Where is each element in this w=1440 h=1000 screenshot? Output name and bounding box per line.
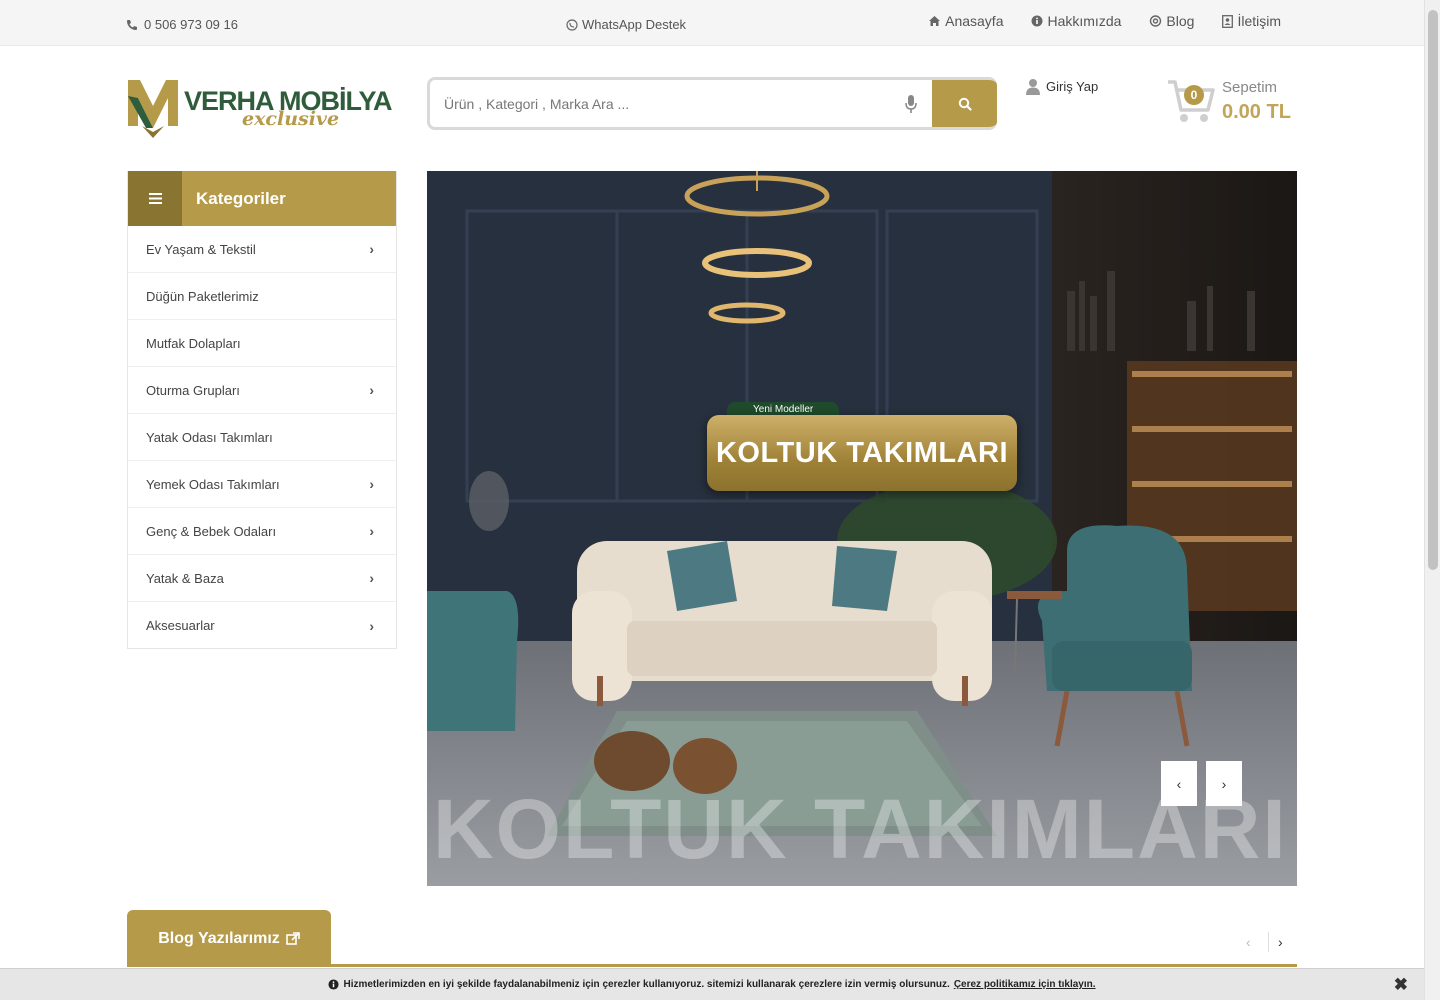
category-list: Ev Yaşam & Tekstil › Düğün Paketlerimiz M…: [128, 226, 396, 649]
cart-count-badge: 0: [1184, 85, 1204, 105]
whatsapp-icon: [566, 18, 578, 31]
category-menu-title: Kategoriler: [196, 188, 286, 208]
nav-contact[interactable]: İletişim: [1222, 13, 1281, 29]
hero-title-banner: KOLTUK TAKIMLARI: [707, 415, 1017, 491]
category-item-genc-bebek-odalari[interactable]: Genç & Bebek Odaları ›: [128, 508, 396, 555]
category-menu-header: Kategoriler: [128, 171, 396, 226]
phone-icon: [127, 19, 137, 30]
whatsapp-support-link[interactable]: WhatsApp Destek: [566, 17, 686, 32]
slider-prev-button[interactable]: ‹: [1161, 761, 1197, 806]
login-link[interactable]: Giriş Yap: [1026, 78, 1098, 95]
blog-nav-separator: [1268, 932, 1269, 952]
slider-next-button[interactable]: ›: [1206, 761, 1242, 806]
microphone-icon[interactable]: [904, 94, 918, 114]
search-bar: [427, 77, 997, 130]
chevron-right-icon: ›: [369, 241, 374, 257]
cookie-close-button[interactable]: ✖: [1394, 975, 1408, 995]
chevron-right-icon: ›: [369, 382, 374, 398]
cookie-policy-link[interactable]: Çerez politikamız için tıklayın.: [954, 979, 1096, 990]
top-bar: 0 506 973 09 16 WhatsApp Destek Anasayfa…: [0, 0, 1424, 46]
logo-tagline: exclusive: [242, 108, 340, 130]
category-item-yemek-odasi-takimlari[interactable]: Yemek Odası Takımları ›: [128, 461, 396, 508]
category-menu: Kategoriler Ev Yaşam & Tekstil › Düğün Pa…: [127, 171, 397, 649]
user-icon: [1026, 79, 1040, 95]
logo-mark-icon: [128, 80, 178, 138]
category-item-ev-yasam-tekstil[interactable]: Ev Yaşam & Tekstil ›: [128, 226, 396, 273]
cart-widget[interactable]: 0 Sepetim 0.00 TL: [1166, 76, 1301, 128]
category-item-aksesuarlar[interactable]: Aksesuarlar ›: [128, 602, 396, 649]
menu-toggle-button[interactable]: [128, 171, 182, 226]
site-logo[interactable]: VERHA MOBİLYA exclusive: [126, 76, 398, 140]
nav-about[interactable]: Hakkımızda: [1031, 13, 1121, 29]
category-item-yatak-odasi-takimlari[interactable]: Yatak Odası Takımları: [128, 414, 396, 461]
cookie-text: Hizmetlerimizden en iyi şekilde faydalan…: [343, 979, 950, 990]
blog-icon: [1150, 15, 1162, 27]
login-label: Giriş Yap: [1046, 79, 1099, 94]
cart-label: Sepetim: [1222, 79, 1278, 96]
category-item-dugun-paketlerimiz[interactable]: Düğün Paketlerimiz: [128, 273, 396, 320]
chevron-right-icon: ›: [369, 476, 374, 492]
nav-home[interactable]: Anasayfa: [928, 13, 1003, 29]
page-scrollbar[interactable]: [1424, 0, 1440, 1000]
phone-number: 0 506 973 09 16: [144, 17, 238, 32]
search-button[interactable]: [932, 80, 997, 127]
nav-blog[interactable]: Blog: [1149, 13, 1194, 29]
blog-next-button[interactable]: ›: [1278, 934, 1283, 950]
hero-watermark-text: KOLTUK TAKIMLARI: [433, 782, 1288, 876]
hamburger-icon: [148, 193, 162, 204]
blog-section-tab[interactable]: Blog Yazılarımız: [127, 910, 331, 967]
category-item-mutfak-dolaplari[interactable]: Mutfak Dolapları: [128, 320, 396, 367]
top-nav: Anasayfa Hakkımızda Blog İletişim: [928, 13, 1281, 29]
home-icon: [929, 16, 941, 26]
blog-section-divider: [127, 964, 1297, 967]
chevron-right-icon: ›: [369, 617, 374, 634]
scrollbar-thumb[interactable]: [1428, 10, 1438, 570]
whatsapp-label: WhatsApp Destek: [582, 17, 687, 32]
info-icon: [1031, 15, 1043, 27]
chevron-right-icon: ›: [369, 523, 374, 539]
hero-title: KOLTUK TAKIMLARI: [715, 436, 1009, 469]
chevron-right-icon: ›: [369, 570, 374, 586]
phone-contact[interactable]: 0 506 973 09 16: [126, 17, 238, 32]
cookie-banner: Hizmetlerimizden en iyi şekilde faydalan…: [0, 968, 1424, 1000]
hero-slider[interactable]: Yeni Modeller KOLTUK TAKIMLARI KOLTUK TA…: [427, 171, 1297, 886]
info-icon: [328, 979, 340, 990]
search-icon: [958, 97, 972, 111]
search-input[interactable]: [444, 80, 884, 127]
category-item-oturma-gruplari[interactable]: Oturma Grupları ›: [128, 367, 396, 414]
contact-icon: [1222, 14, 1234, 28]
category-item-yatak-baza[interactable]: Yatak & Baza ›: [128, 555, 396, 602]
blog-section-title: Blog Yazılarımız: [158, 929, 280, 947]
external-link-icon: [285, 932, 300, 945]
blog-prev-button[interactable]: ‹: [1246, 934, 1251, 950]
cart-total: 0.00 TL: [1222, 101, 1291, 123]
